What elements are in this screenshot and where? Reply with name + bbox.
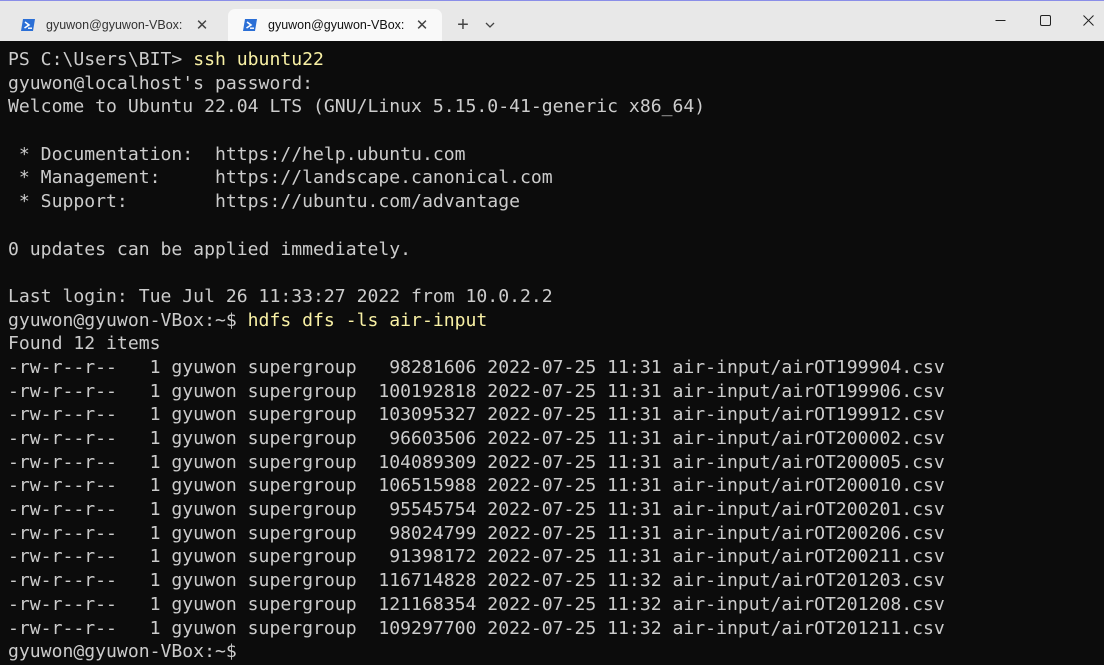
close-icon[interactable]: ✕ <box>192 15 212 35</box>
file-row: -rw-r--r-- 1 gyuwon supergroup 96603506 … <box>8 428 945 449</box>
file-row: -rw-r--r-- 1 gyuwon supergroup 100192818… <box>8 380 945 402</box>
file-row: -rw-r--r-- 1 gyuwon supergroup 95545754 … <box>8 499 945 521</box>
support-line: * Support: https://ubuntu.com/advantage <box>8 191 520 213</box>
maximize-icon <box>1039 15 1051 26</box>
hdfs-command-line: gyuwon@gyuwon-VBox:~$ hdfs dfs -ls air-i… <box>8 309 945 333</box>
file-row: -rw-r--r-- 1 gyuwon supergroup 121168354… <box>8 593 945 615</box>
found-items-line: Found 12 items <box>8 333 161 355</box>
minimize-button[interactable] <box>978 0 1022 41</box>
file-row: -rw-r--r-- 1 gyuwon supergroup 98024799 … <box>8 522 945 544</box>
file-row: -rw-r--r-- 1 gyuwon supergroup 109297700… <box>8 617 945 639</box>
shell-prompt: gyuwon@gyuwon-VBox:~$ <box>8 641 248 663</box>
updates-line: 0 updates can be applied immediately. <box>8 238 412 260</box>
powershell-icon <box>21 19 35 31</box>
powershell-icon <box>243 19 257 31</box>
close-icon[interactable]: ✕ <box>412 15 432 35</box>
maximize-button[interactable] <box>1023 0 1067 41</box>
minimize-icon <box>995 20 1005 21</box>
window-accent-line <box>0 0 1104 1</box>
management-line: * Management: https://landscape.canonica… <box>8 167 553 189</box>
new-tab-button[interactable]: + <box>452 14 474 36</box>
title-bar: gyuwon@gyuwon-VBox: ~/hiv ✕ gyuwon@gyuwo… <box>0 0 1104 41</box>
file-list: -rw-r--r-- 1 gyuwon supergroup 98281606 … <box>8 356 945 640</box>
chevron-down-icon[interactable] <box>480 14 500 36</box>
terminal-output[interactable]: PS C:\Users\BIT> ssh ubuntu22 gyuwon@loc… <box>0 41 1104 665</box>
tab-label: gyuwon@gyuwon-VBox: ~/hiv <box>46 18 186 32</box>
password-prompt: gyuwon@localhost's password: <box>8 72 314 94</box>
file-row: -rw-r--r-- 1 gyuwon supergroup 91398172 … <box>8 546 945 568</box>
documentation-line: * Documentation: https://help.ubuntu.com <box>8 143 466 165</box>
file-row: -rw-r--r-- 1 gyuwon supergroup 104089309… <box>8 451 945 473</box>
close-window-button[interactable] <box>1066 0 1104 41</box>
ssh-command: ssh ubuntu22 <box>193 49 324 70</box>
close-icon <box>1082 15 1094 26</box>
file-row: -rw-r--r-- 1 gyuwon supergroup 98281606 … <box>8 356 945 378</box>
final-prompt-line: gyuwon@gyuwon-VBox:~$ <box>8 640 945 664</box>
file-row: -rw-r--r-- 1 gyuwon supergroup 103095327… <box>8 404 945 426</box>
tab-home[interactable]: gyuwon@gyuwon-VBox: ~ ✕ <box>228 9 442 41</box>
tab-hiv[interactable]: gyuwon@gyuwon-VBox: ~/hiv ✕ <box>6 9 222 41</box>
welcome-line: Welcome to Ubuntu 22.04 LTS (GNU/Linux 5… <box>8 96 706 118</box>
file-row: -rw-r--r-- 1 gyuwon supergroup 116714828… <box>8 570 945 592</box>
last-login-line: Last login: Tue Jul 26 11:33:27 2022 fro… <box>8 285 553 307</box>
terminal-lines: PS C:\Users\BIT> ssh ubuntu22 gyuwon@loc… <box>8 48 945 664</box>
ps-ssh-line: PS C:\Users\BIT> ssh ubuntu22 <box>8 48 945 72</box>
ps-prompt: PS C:\Users\BIT> <box>8 49 194 70</box>
hdfs-command: hdfs dfs -ls air-input <box>247 309 488 331</box>
file-row: -rw-r--r-- 1 gyuwon supergroup 106515988… <box>8 475 945 497</box>
shell-prompt: gyuwon@gyuwon-VBox:~$ <box>8 309 248 331</box>
tab-label: gyuwon@gyuwon-VBox: ~ <box>268 18 406 32</box>
